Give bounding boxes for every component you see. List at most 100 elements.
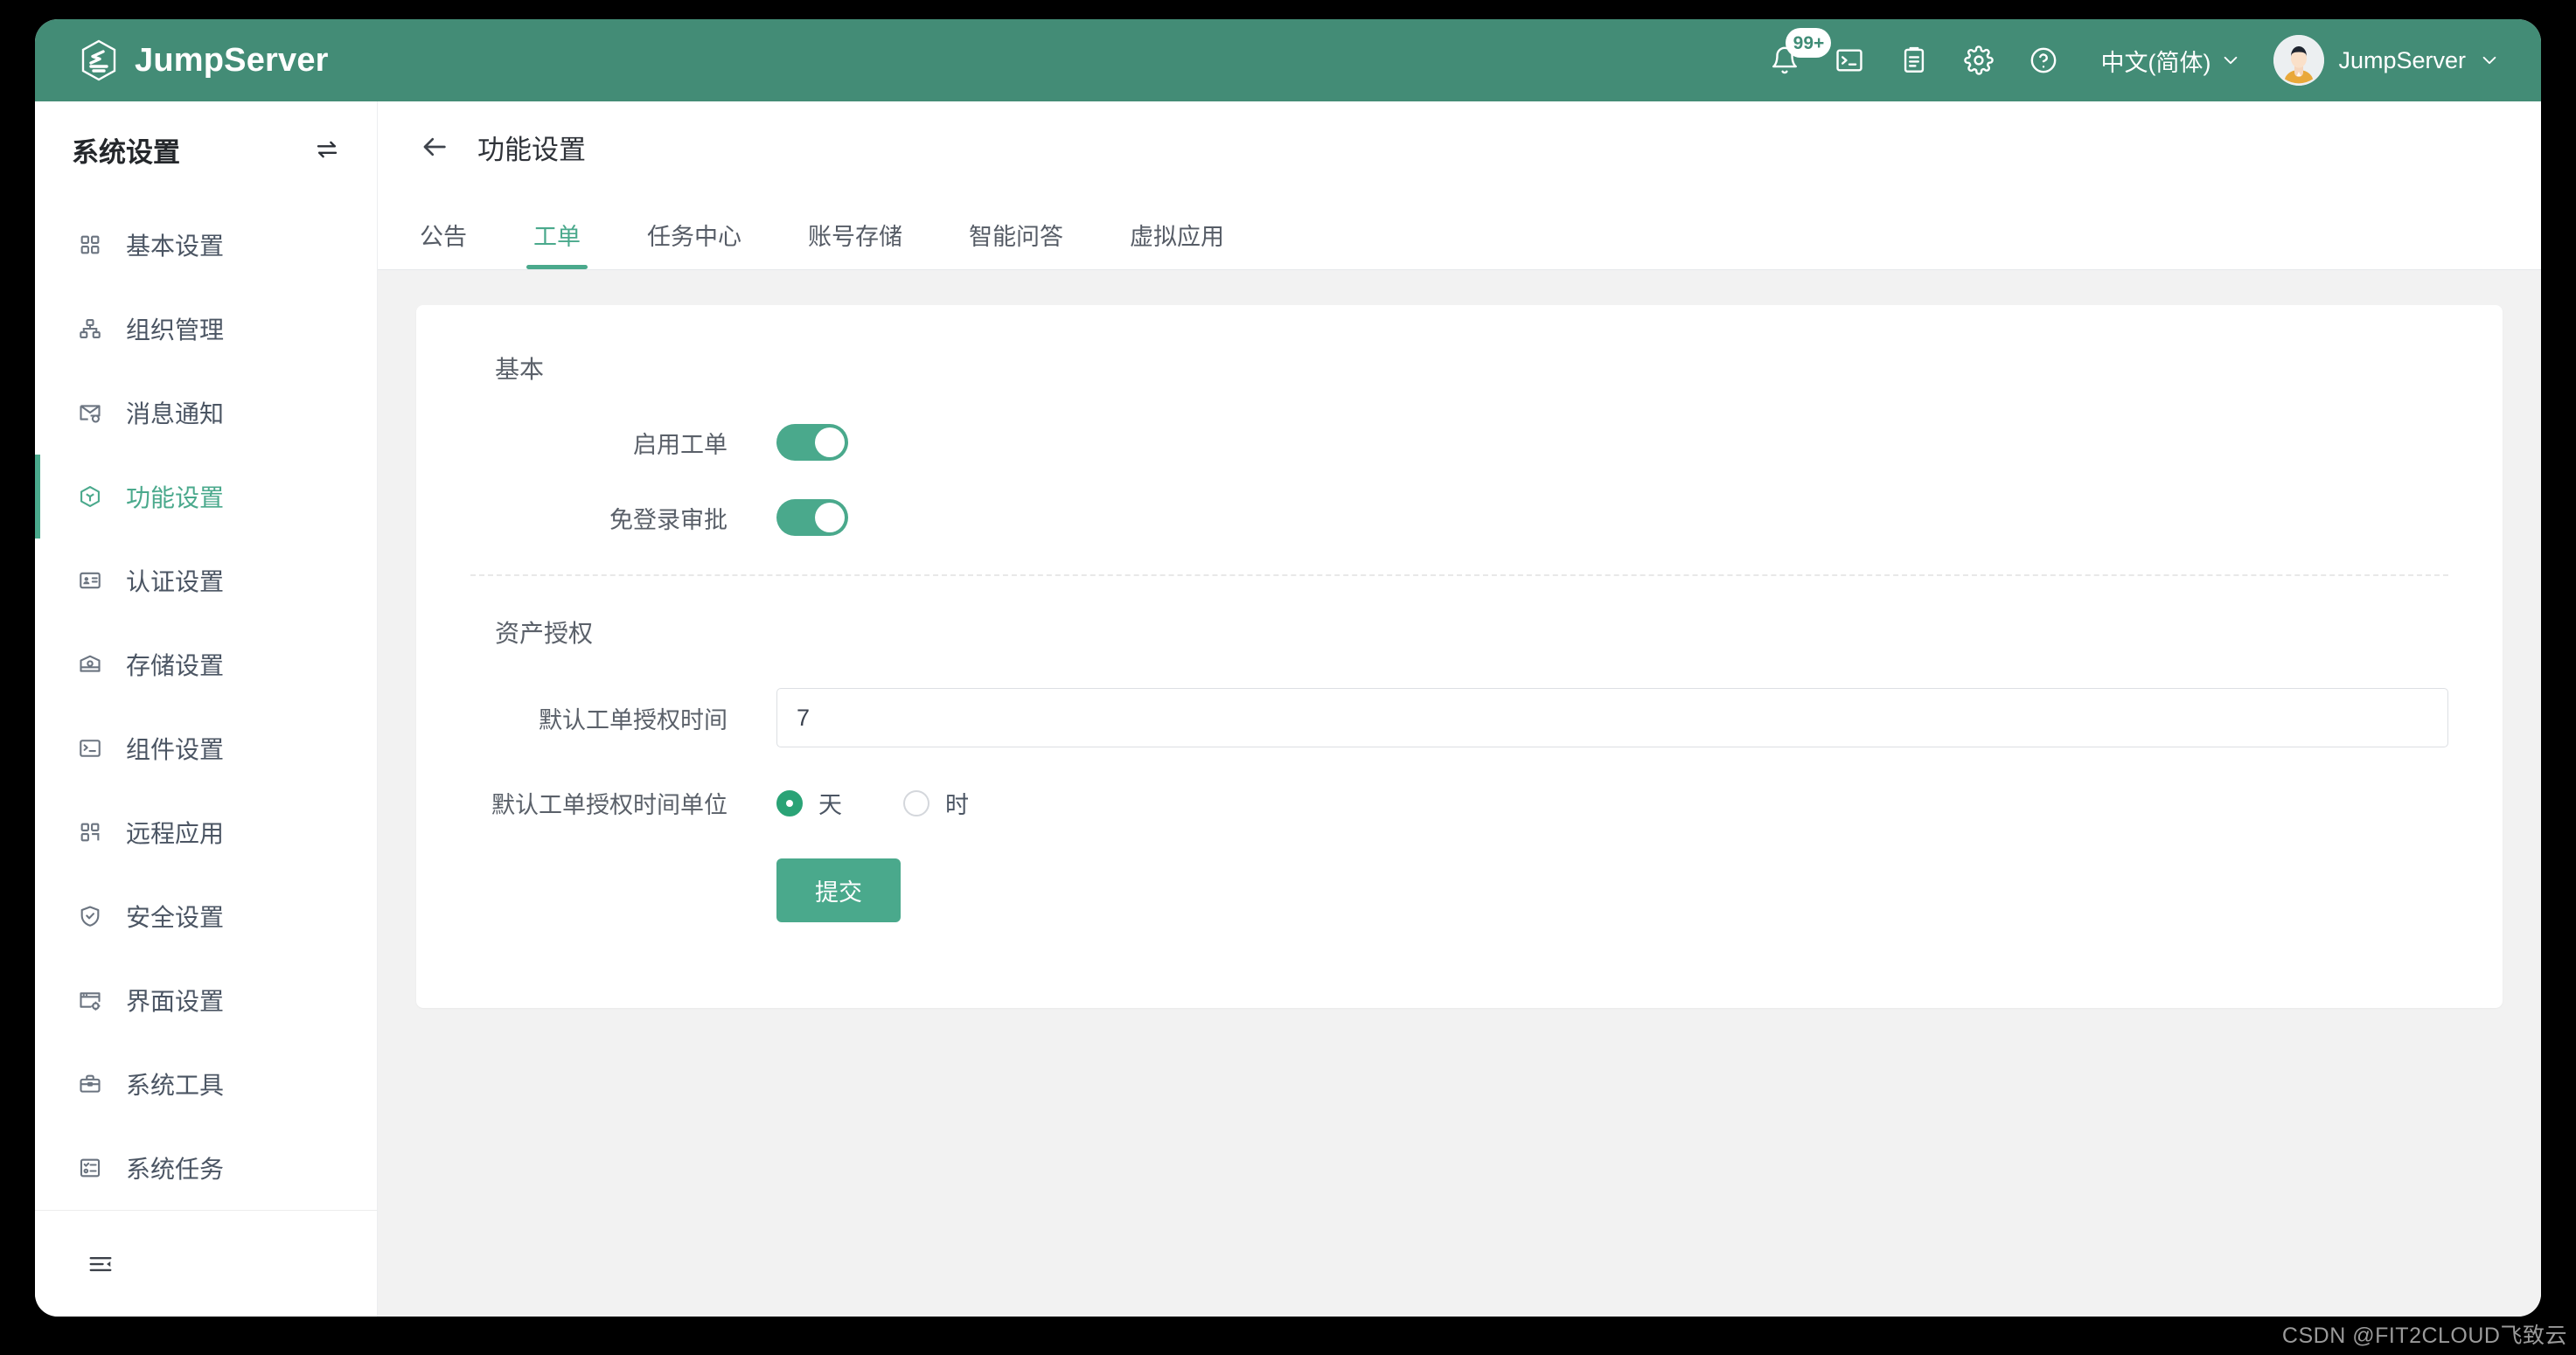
top-bar: JumpServer 99+ 中文(简体) JumpServer — [35, 19, 2541, 101]
duration-unit-radio-group: 天 时 — [776, 786, 1030, 820]
section-divider — [470, 574, 2448, 576]
window-gear-icon — [77, 987, 103, 1013]
form-row-submit: 提交 — [470, 858, 2448, 922]
sidebar-item-auth-settings[interactable]: 认证设置 — [35, 539, 377, 622]
language-label: 中文(简体) — [2100, 49, 2211, 76]
brand[interactable]: JumpServer — [79, 39, 329, 81]
user-name: JumpServer — [2338, 46, 2466, 73]
help-circle-icon[interactable] — [2011, 28, 2076, 93]
settings-card: 基本 启用工单 免登录审批 资产授权 默认工单授权时间 7 默认工单授权时间单位… — [416, 305, 2503, 1008]
sidebar-item-label: 界面设置 — [126, 988, 225, 1015]
page-header: 功能设置 公告 工单 任务中心 账号存储 智能问答 虚拟应用 — [378, 101, 2541, 270]
back-arrow-icon[interactable] — [420, 132, 449, 162]
tab-smart-qa[interactable]: 智能问答 — [969, 218, 1063, 269]
enable-ticket-toggle[interactable] — [776, 424, 848, 461]
section-title-basic: 基本 — [495, 356, 545, 383]
toggle-knob — [815, 427, 845, 457]
org-tree-icon — [77, 316, 103, 342]
duration-unit-label: 默认工单授权时间单位 — [491, 792, 728, 818]
chevron-down-icon — [2221, 51, 2240, 70]
sidebar-item-label: 认证设置 — [126, 568, 225, 595]
sidebar-item-system-tasks[interactable]: 系统任务 — [35, 1126, 377, 1210]
id-card-icon — [77, 567, 103, 594]
grid-squares-icon — [77, 232, 103, 258]
sidebar-item-remote-app[interactable]: 远程应用 — [35, 790, 377, 874]
sidebar-item-security-settings[interactable]: 安全设置 — [35, 874, 377, 958]
task-list-icon — [77, 1155, 103, 1181]
default-duration-input[interactable] — [776, 688, 2448, 747]
enable-ticket-label: 启用工单 — [633, 431, 728, 458]
radio-option-hour[interactable]: 时 — [903, 786, 969, 820]
tab-announcement[interactable]: 公告 — [420, 218, 467, 269]
tab-virtual-app[interactable]: 虚拟应用 — [1130, 218, 1224, 269]
sidebar: 系统设置 基本设置 组织管理 消息通知 功能设置 认证设置 存储设置 组件设置 … — [35, 101, 378, 1317]
top-bar-actions: 99+ 中文(简体) JumpServer — [1752, 28, 2499, 93]
clipboard-icon[interactable] — [1882, 28, 1946, 93]
sidebar-item-system-tools[interactable]: 系统工具 — [35, 1042, 377, 1126]
sidebar-title: 系统设置 — [72, 136, 180, 168]
main-content: 功能设置 公告 工单 任务中心 账号存储 智能问答 虚拟应用 基本 启用工单 免… — [378, 101, 2541, 1317]
notification-bell-icon[interactable]: 99+ — [1752, 28, 1832, 93]
tab-bar: 公告 工单 任务中心 账号存储 智能问答 虚拟应用 — [378, 192, 2541, 269]
shield-check-icon — [77, 903, 103, 929]
radio-dot-icon — [776, 789, 803, 816]
sidebar-item-interface-settings[interactable]: 界面设置 — [35, 958, 377, 1042]
sidebar-item-feature-settings[interactable]: 功能设置 — [35, 455, 377, 539]
avatar — [2273, 35, 2325, 86]
apps-grid-icon — [77, 819, 103, 845]
section-title-asset-auth: 资产授权 — [495, 620, 594, 647]
sidebar-item-label: 安全设置 — [126, 904, 225, 931]
tab-task-center[interactable]: 任务中心 — [647, 218, 741, 269]
brand-name: JumpServer — [135, 42, 329, 79]
sidebar-item-label: 系统任务 — [126, 1156, 225, 1183]
sidebar-item-label: 组织管理 — [126, 316, 225, 344]
chevron-down-icon — [2480, 51, 2499, 70]
cube-icon — [77, 483, 103, 510]
default-duration-label: 默认工单授权时间 — [539, 706, 728, 733]
sidebar-item-label: 消息通知 — [126, 400, 225, 427]
language-selector[interactable]: 中文(简体) — [2100, 44, 2240, 78]
sidebar-nav: 基本设置 组织管理 消息通知 功能设置 认证设置 存储设置 组件设置 远程应用 … — [35, 198, 377, 1210]
toggle-knob — [815, 503, 845, 532]
sidebar-item-storage-settings[interactable]: 存储设置 — [35, 622, 377, 706]
sidebar-item-label: 存储设置 — [126, 652, 225, 679]
body: 系统设置 基本设置 组织管理 消息通知 功能设置 认证设置 存储设置 组件设置 … — [35, 101, 2541, 1317]
form-row-duration-unit: 默认工单授权时间单位 天 时 — [470, 786, 2448, 820]
gear-icon[interactable] — [1946, 28, 2011, 93]
sidebar-header: 系统设置 — [35, 101, 377, 198]
sidebar-item-label: 系统工具 — [126, 1072, 225, 1099]
radio-label: 天 — [818, 792, 842, 818]
sidebar-item-basic-settings[interactable]: 基本设置 — [35, 203, 377, 287]
tab-account-storage[interactable]: 账号存储 — [808, 218, 902, 269]
radio-dot-icon — [903, 789, 929, 816]
sidebar-item-label: 基本设置 — [126, 233, 225, 260]
radio-label: 时 — [945, 792, 969, 818]
sidebar-item-label: 远程应用 — [126, 820, 225, 847]
mail-gear-icon — [77, 400, 103, 426]
sidebar-item-message-notification[interactable]: 消息通知 — [35, 371, 377, 455]
toolbox-icon — [77, 1071, 103, 1097]
sidebar-item-label: 组件设置 — [126, 736, 225, 763]
terminal-box-icon — [77, 735, 103, 761]
content-area: 基本 启用工单 免登录审批 资产授权 默认工单授权时间 7 默认工单授权时间单位… — [378, 270, 2541, 1317]
page-header-top: 功能设置 — [378, 101, 2541, 192]
user-menu[interactable]: JumpServer — [2273, 35, 2499, 86]
storage-box-icon — [77, 651, 103, 678]
app-window: JumpServer 99+ 中文(简体) JumpServer 系统设置 基本… — [35, 19, 2541, 1317]
radio-option-day[interactable]: 天 — [776, 786, 842, 820]
form-row-no-login-approval: 免登录审批 — [470, 499, 2448, 536]
form-row-default-duration: 默认工单授权时间 — [470, 688, 2448, 747]
sidebar-footer — [35, 1210, 377, 1317]
sidebar-item-component-settings[interactable]: 组件设置 — [35, 706, 377, 790]
tab-ticket[interactable]: 工单 — [526, 218, 588, 269]
sidebar-item-org-management[interactable]: 组织管理 — [35, 287, 377, 371]
page-title: 功能设置 — [477, 134, 586, 165]
jumpserver-logo-icon — [79, 39, 119, 81]
form-row-enable-ticket: 启用工单 — [470, 424, 2448, 461]
collapse-sidebar-icon[interactable] — [87, 1251, 114, 1277]
terminal-icon[interactable] — [1817, 28, 1882, 93]
submit-button[interactable]: 提交 — [776, 858, 901, 922]
sidebar-item-label: 功能设置 — [126, 484, 225, 511]
exchange-arrows-icon[interactable] — [314, 136, 340, 163]
no-login-approval-toggle[interactable] — [776, 499, 848, 536]
